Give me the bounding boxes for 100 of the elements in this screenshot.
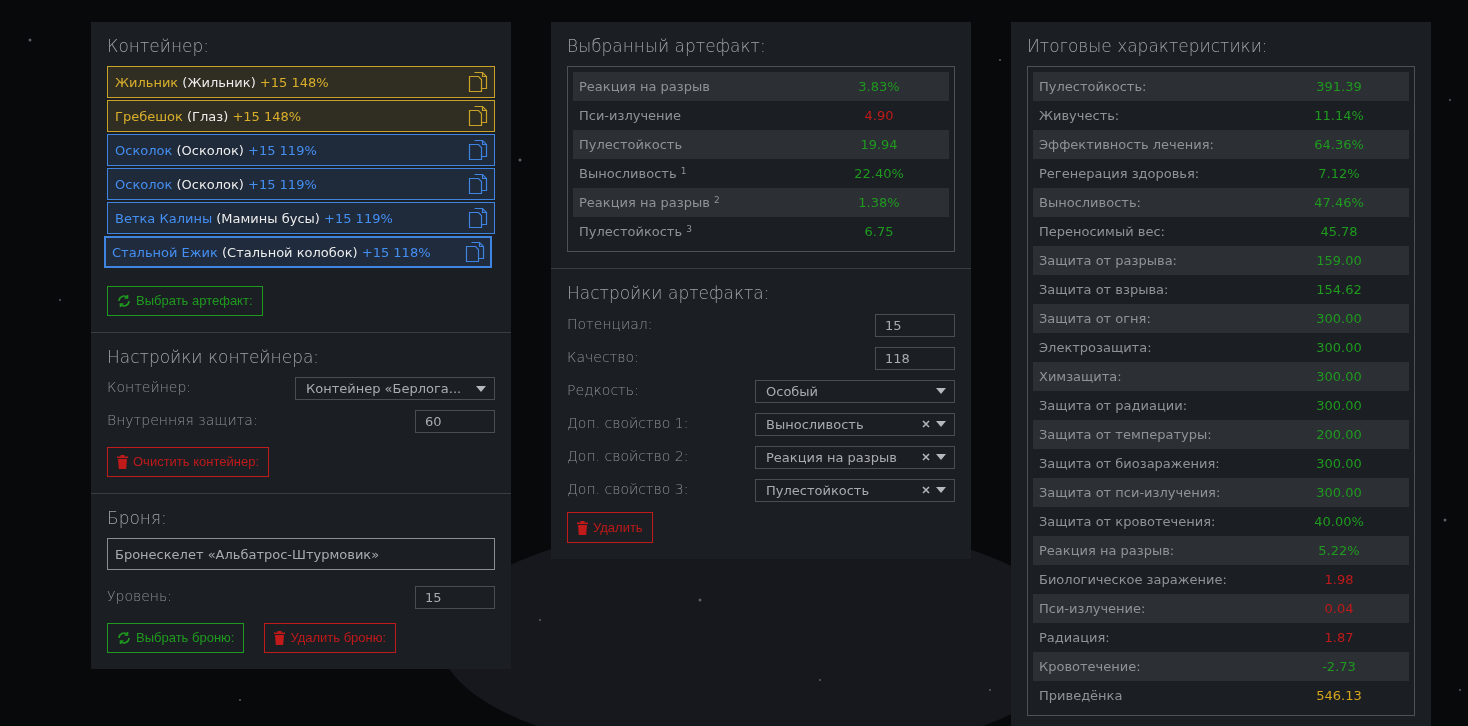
stat-value: 7.12% xyxy=(1317,165,1361,184)
trash-icon xyxy=(274,630,286,645)
copy-icon xyxy=(468,207,488,230)
dropdown[interactable]: Пулестойкость xyxy=(755,478,955,502)
stat-label: Выносливость: xyxy=(1038,194,1142,213)
artifact-name: Гребешок (Глаз) +15 148% xyxy=(115,107,302,126)
stat-value: -2.73 xyxy=(1321,658,1357,677)
refresh-icon xyxy=(117,294,131,309)
stat-label: Пси-излучение: xyxy=(1038,600,1147,619)
stat-label: Выносливость $^{1}$ xyxy=(578,164,688,184)
stat-value: 1.98 xyxy=(1323,571,1355,590)
section-heading: Настройки артефакта: xyxy=(567,283,771,304)
dropdown[interactable]: Контейнер «Берлога... xyxy=(295,377,495,401)
field-label: Редкость: xyxy=(567,380,639,400)
pick-armor-button[interactable]: Выбрать броню: xyxy=(107,623,245,653)
clear-icon xyxy=(922,453,930,462)
stat-value: 300.00 xyxy=(1315,397,1363,416)
stat-value: 0.04 xyxy=(1323,600,1355,619)
stat-label: Кровотечение: xyxy=(1038,658,1142,677)
number-field[interactable]: 15 xyxy=(875,313,955,337)
stat-value: 300.00 xyxy=(1315,368,1363,387)
stat-value: 391.39 xyxy=(1315,78,1363,97)
artifact-name: Осколок (Осколок) +15 119% xyxy=(115,141,317,160)
trash-icon xyxy=(577,520,588,535)
stat-label: Защита от температуры: xyxy=(1038,426,1213,445)
stat-value: 1.87 xyxy=(1323,629,1355,648)
section-heading: Итоговые характеристики: xyxy=(1027,36,1269,57)
stat-value: 159.00 xyxy=(1315,252,1363,271)
artifact-name: Ветка Калины (Мамины бусы) +15 119% xyxy=(115,209,393,228)
stat-label: Защита от радиации: xyxy=(1038,397,1189,416)
stat-value: 6.75 xyxy=(863,223,895,242)
section-heading: Настройки контейнера: xyxy=(107,346,321,368)
stat-label: Регенерация здоровья: xyxy=(1038,165,1201,184)
stat-label: Электрозащита: xyxy=(1038,339,1153,358)
stat-label: Радиация: xyxy=(1038,629,1111,648)
stat-value: 45.78 xyxy=(1319,223,1359,242)
stat-label: Защита от кровотечения: xyxy=(1038,513,1217,532)
artifact-item[interactable]: Осколок (Осколок) +15 119% xyxy=(107,134,495,167)
copy-icon xyxy=(465,241,485,264)
caret-icon xyxy=(936,487,946,494)
dropdown[interactable]: Особый xyxy=(755,379,955,403)
armor-field[interactable]: Бронескелет «Альбатрос-Штурмовик» xyxy=(107,538,495,571)
artifact-item[interactable]: Ветка Калины (Мамины бусы) +15 119% xyxy=(107,202,495,235)
copy-icon xyxy=(468,105,488,128)
stat-value: 40.00% xyxy=(1313,513,1365,532)
field-label: Уровень: xyxy=(107,587,172,607)
stat-label: Пулестойкость xyxy=(578,136,684,155)
stat-label: Защита от огня: xyxy=(1038,310,1152,329)
stat-label: Реакция на разрыв $^{2}$ xyxy=(578,193,721,213)
stat-label: Биологическое заражение: xyxy=(1038,571,1228,590)
copy-icon xyxy=(468,173,488,196)
stat-value: 47.46% xyxy=(1313,194,1365,213)
stat-label: Защита от разрыва: xyxy=(1038,252,1178,271)
copy-icon xyxy=(468,71,488,94)
caret-icon xyxy=(476,385,486,392)
stat-label: Защита от биозаражения: xyxy=(1038,455,1221,474)
artifact-item[interactable]: Жильник (Жильник) +15 148% xyxy=(107,66,495,99)
number-field[interactable]: 15 xyxy=(415,586,495,610)
field-label: Внутренняя защита: xyxy=(107,411,258,431)
dropdown[interactable]: Реакция на разрыв xyxy=(755,445,955,469)
pick-artifact-button[interactable]: Выбрать артефакт: xyxy=(107,286,263,316)
stat-value: 154.62 xyxy=(1315,281,1363,300)
trash-icon xyxy=(117,455,128,470)
number-field[interactable]: 60 xyxy=(415,410,495,434)
stat-label: Переносимый вес: xyxy=(1038,223,1166,242)
stat-value: 546.13 xyxy=(1315,687,1363,706)
stat-value: 300.00 xyxy=(1315,484,1363,503)
field-label: Контейнер: xyxy=(107,378,192,398)
stat-label: Реакция на разрыв: xyxy=(1038,542,1176,561)
field-label: Доп. свойство 2: xyxy=(567,446,689,466)
field-label: Доп. свойство 1: xyxy=(567,413,689,433)
section-heading: Выбранный артефакт: xyxy=(567,36,767,57)
caret-icon xyxy=(936,454,946,461)
field-label: Качество: xyxy=(567,347,639,367)
stat-label: Приведёнка xyxy=(1038,687,1124,706)
stat-value: 200.00 xyxy=(1315,426,1363,445)
stat-label: Пулестойкость $^{3}$ xyxy=(578,222,693,242)
stat-label: Живучесть: xyxy=(1038,107,1121,126)
caret-icon xyxy=(936,421,946,428)
stat-value: 300.00 xyxy=(1315,310,1363,329)
stat-value: 300.00 xyxy=(1315,339,1363,358)
stat-label: Пси-излучение xyxy=(578,107,683,126)
clear-icon xyxy=(922,420,930,429)
stat-label: Реакция на разрыв xyxy=(578,78,711,97)
stat-label: Эффективность лечения: xyxy=(1038,136,1215,155)
stat-value: 22.40% xyxy=(853,165,905,184)
number-field[interactable]: 118 xyxy=(875,346,955,370)
stat-value: 64.36% xyxy=(1313,136,1365,155)
section-heading: Броня: xyxy=(107,507,168,529)
stat-value: 19.94 xyxy=(859,136,899,155)
artifact-item[interactable]: Стальной Ежик (Стальной колобок) +15 118% xyxy=(104,236,492,269)
artifact-item[interactable]: Осколок (Осколок) +15 119% xyxy=(107,168,495,201)
stat-label: Защита от пси-излучения: xyxy=(1038,484,1222,503)
artifact-name: Осколок (Осколок) +15 119% xyxy=(115,175,317,194)
artifact-name: Жильник (Жильник) +15 148% xyxy=(115,73,329,92)
stat-value: 300.00 xyxy=(1315,455,1363,474)
artifact-item[interactable]: Гребешок (Глаз) +15 148% xyxy=(107,100,495,133)
dropdown[interactable]: Выносливость xyxy=(755,412,955,436)
stat-value: 1.38% xyxy=(857,194,901,213)
refresh-icon xyxy=(117,630,131,645)
